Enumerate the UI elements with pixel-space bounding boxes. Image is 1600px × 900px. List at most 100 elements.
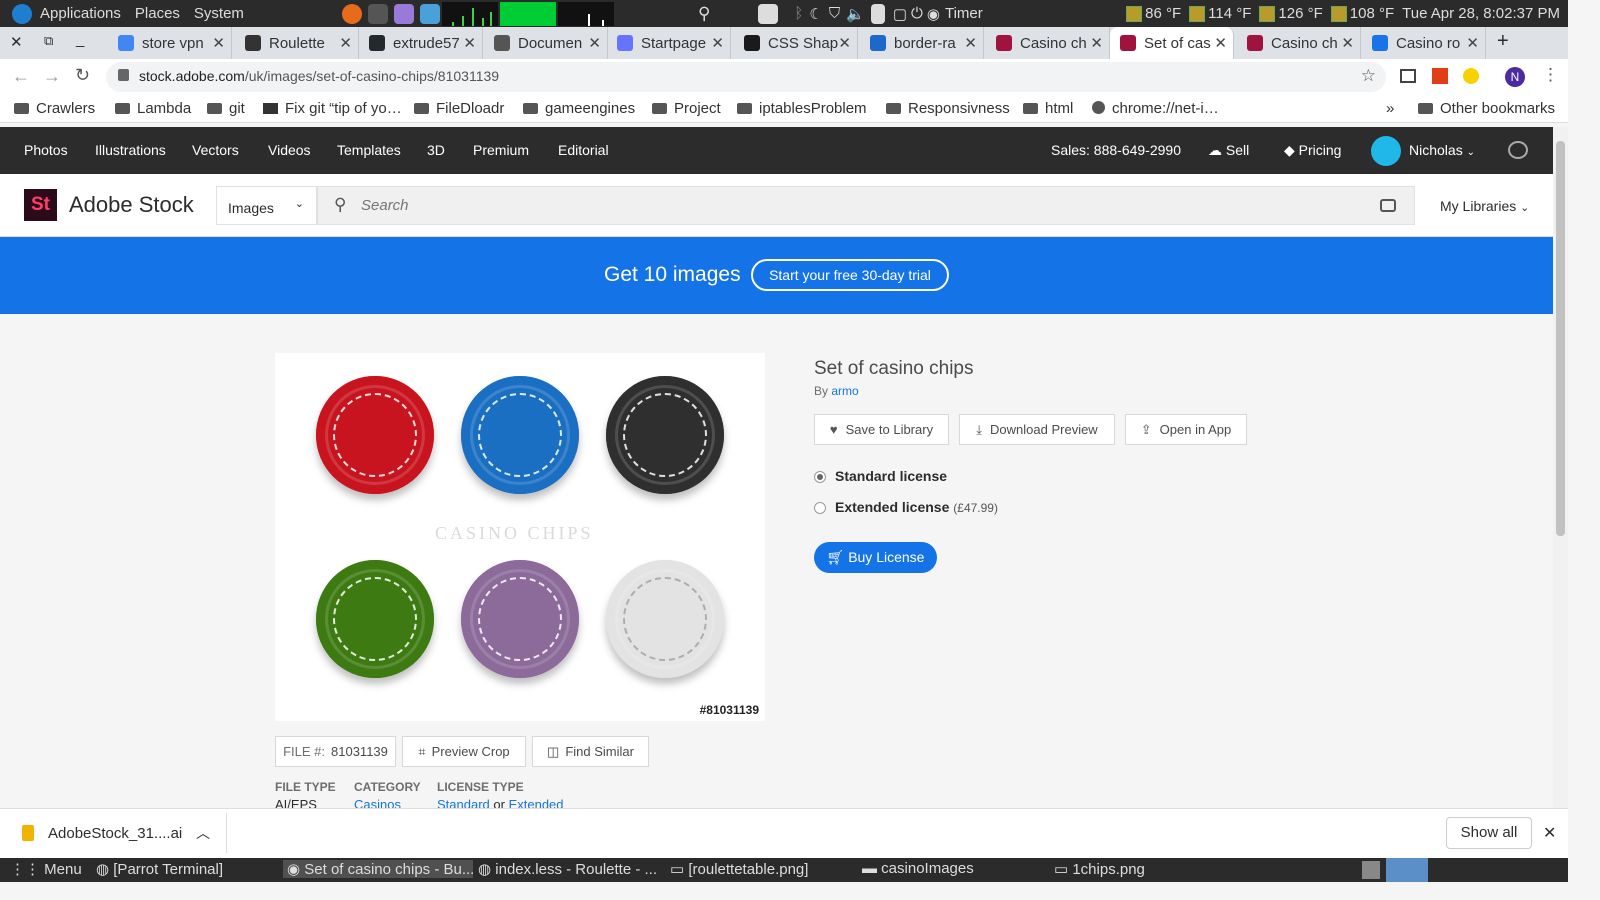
bookmark-crawlers[interactable]: Crawlers <box>14 100 95 117</box>
task-index-less[interactable]: ◍ index.less - Roulette - ... <box>478 860 658 878</box>
chrome-applet-icon[interactable] <box>1386 858 1428 882</box>
asset-preview-image[interactable]: CASINO CHIPS #81031139 <box>275 353 765 721</box>
forward-arrow-icon[interactable]: → <box>43 66 61 87</box>
adobe-stock-logo[interactable]: St <box>24 189 57 221</box>
close-tab-icon[interactable]: ✕ <box>339 34 352 52</box>
creative-cloud-icon[interactable] <box>1508 141 1528 159</box>
menu-button[interactable]: ⋮⋮ Menu <box>10 860 82 878</box>
applications-menu[interactable]: Applications <box>40 5 121 22</box>
page-scrollbar[interactable] <box>1553 127 1568 808</box>
user-avatar[interactable] <box>1371 136 1401 166</box>
author-link[interactable]: armo <box>831 384 858 398</box>
task-chrome[interactable]: ◉ Set of casino chips - Bu... <box>283 860 473 878</box>
nav-videos[interactable]: Videos <box>268 142 311 158</box>
app-launcher-icon[interactable] <box>393 3 414 24</box>
scrollbar-thumb[interactable] <box>1556 141 1565 536</box>
bookmark-iptablesproblem[interactable]: iptablesProblem <box>737 100 867 117</box>
more-bookmarks-chevron[interactable]: » <box>1386 100 1394 117</box>
tab-5[interactable]: Startpage ✕ <box>607 27 731 59</box>
free-trial-button[interactable]: Start your free 30-day trial <box>751 259 949 291</box>
clock[interactable]: Tue Apr 28, 8:02:37 PM <box>1402 5 1560 22</box>
show-all-button[interactable]: Show all <box>1446 817 1532 849</box>
pricing-link[interactable]: ◆ Pricing <box>1284 142 1341 159</box>
standard-license-label[interactable]: Standard license <box>835 468 947 484</box>
tab-8[interactable]: Casino ch ✕ <box>986 27 1110 59</box>
shield-icon[interactable]: ⛉ <box>829 5 840 22</box>
places-menu[interactable]: Places <box>135 5 180 22</box>
bookmark-gameengines[interactable]: gameengines <box>523 100 635 117</box>
search-icon[interactable]: ⚲ <box>698 4 710 24</box>
night-light-icon[interactable]: ☾ <box>809 5 822 23</box>
nav-photos[interactable]: Photos <box>24 142 68 158</box>
search-type-select[interactable]: Images ⌄ <box>216 186 317 225</box>
download-preview-button[interactable]: ⤓ Download Preview <box>959 414 1115 445</box>
extension-yellow-icon[interactable] <box>1463 68 1479 84</box>
system-menu[interactable]: System <box>194 5 244 22</box>
back-arrow-icon[interactable]: ← <box>12 66 30 87</box>
timer-label[interactable]: Timer <box>945 5 983 22</box>
screenshot-applet-icon[interactable] <box>1362 861 1380 879</box>
close-tab-icon[interactable]: ✕ <box>588 34 601 52</box>
standard-link[interactable]: Standard <box>437 797 490 808</box>
search-input[interactable] <box>361 197 1261 214</box>
close-tab-icon[interactable]: ✕ <box>1466 34 1479 52</box>
kebab-menu-icon[interactable]: ⋮ <box>1542 65 1559 85</box>
bookmark-html[interactable]: html <box>1023 100 1073 117</box>
bookmark-other[interactable]: Other bookmarks <box>1418 100 1555 117</box>
bookmark-filedloadr[interactable]: FileDloadr <box>414 100 504 117</box>
minimize-window-icon[interactable]: _ <box>76 31 84 48</box>
sell-link[interactable]: ☁ Sell <box>1208 142 1249 159</box>
search-box[interactable]: ⚲ <box>317 186 1415 225</box>
category-link[interactable]: Casinos <box>354 797 401 808</box>
close-tab-icon[interactable]: ✕ <box>964 34 977 52</box>
close-icon[interactable]: ✕ <box>1543 823 1556 843</box>
sales-phone[interactable]: Sales: 888-649-2990 <box>1051 142 1181 158</box>
tab-11[interactable]: Casino ro ✕ <box>1362 27 1486 59</box>
reload-icon[interactable]: ↻ <box>75 65 90 86</box>
omnibox[interactable]: stock.adobe.com/uk/images/set-of-casino-… <box>106 62 1386 92</box>
close-tab-icon[interactable]: ✕ <box>1214 34 1227 52</box>
find-similar-button[interactable]: ◫ Find Similar <box>532 736 649 767</box>
user-menu[interactable]: Nicholas ⌄ <box>1409 142 1475 158</box>
close-tab-icon[interactable]: ✕ <box>711 34 724 52</box>
buy-license-button[interactable]: 🛒︎ Buy License <box>814 542 937 573</box>
save-to-library-button[interactable]: ♥ Save to Library <box>814 414 949 445</box>
task-casinoimages[interactable]: ▬ casinoImages <box>862 860 1042 877</box>
extended-link[interactable]: Extended <box>509 797 564 808</box>
restore-window-icon[interactable]: ⧉ <box>44 33 53 49</box>
lock-icon[interactable] <box>118 69 129 81</box>
brand-name[interactable]: Adobe Stock <box>69 192 194 218</box>
tab-1[interactable]: store vpn ✕ <box>108 27 232 59</box>
power-icon[interactable]: ⏻ <box>911 5 923 22</box>
extension-office-icon[interactable] <box>1432 68 1448 84</box>
nav-templates[interactable]: Templates <box>337 142 401 158</box>
close-tab-icon[interactable]: ✕ <box>1341 34 1354 52</box>
close-tab-icon[interactable]: ✕ <box>212 34 225 52</box>
terminal-launcher-icon[interactable] <box>367 3 388 24</box>
close-tab-icon[interactable]: ✕ <box>838 34 851 52</box>
preview-crop-button[interactable]: ⌗ Preview Crop <box>402 736 526 767</box>
chevron-up-icon[interactable]: ︿ <box>196 823 210 843</box>
nav-3d[interactable]: 3D <box>427 142 445 158</box>
standard-license-radio[interactable] <box>814 471 826 483</box>
clipboard-icon[interactable] <box>870 3 885 24</box>
volume-icon[interactable]: 🔈 <box>846 5 865 23</box>
screenshot-tray-icon[interactable] <box>758 3 779 24</box>
bookmark-fix-git[interactable]: Fix git “tip of yo… <box>263 100 402 117</box>
tab-2[interactable]: Roulette ✕ <box>235 27 359 59</box>
bookmark-git[interactable]: git <box>207 100 245 117</box>
star-bookmark-icon[interactable]: ☆ <box>1361 66 1376 86</box>
close-tab-icon[interactable]: ✕ <box>463 34 476 52</box>
open-in-app-button[interactable]: ⇪ Open in App <box>1125 414 1247 445</box>
my-libraries-button[interactable]: My Libraries ⌄ <box>1440 198 1529 214</box>
tab-9[interactable]: Set of cas ✕ <box>1110 27 1234 59</box>
bookmark-chrome-net[interactable]: chrome://net-i… <box>1092 100 1219 117</box>
bookmark-project[interactable]: Project <box>652 100 721 117</box>
profile-avatar[interactable]: N <box>1505 67 1525 87</box>
close-tab-icon[interactable]: ✕ <box>1090 34 1103 52</box>
task-roulettetable[interactable]: ▭ [roulettetable.png] <box>670 860 850 878</box>
nav-editorial[interactable]: Editorial <box>558 142 609 158</box>
downloaded-file[interactable]: AdobeStock_31....ai <box>48 825 182 842</box>
tab-10[interactable]: Casino ch ✕ <box>1237 27 1361 59</box>
bookmark-lambda[interactable]: Lambda <box>115 100 191 117</box>
